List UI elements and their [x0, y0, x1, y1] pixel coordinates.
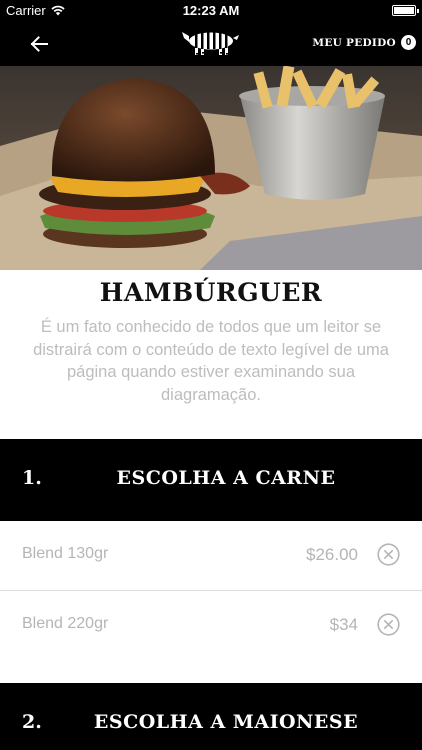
close-circle-icon[interactable] [377, 543, 400, 566]
option-row-blend-130[interactable]: Blend 130gr $26.00 [0, 521, 422, 591]
section-number: 1. [22, 467, 42, 489]
status-time: 12:23 AM [182, 3, 240, 18]
section-number: 2. [22, 711, 42, 733]
section-title: ESCOLHA A MAIONESE [93, 711, 359, 733]
zebra-logo [182, 32, 239, 55]
product-title: HAMBÚRGUER [99, 278, 323, 307]
option-row-blend-220[interactable]: Blend 220gr $34 [0, 591, 422, 661]
order-count-badge: 0 [401, 35, 416, 50]
section-title: ESCOLHA A CARNE [116, 467, 336, 489]
battery-icon [392, 5, 419, 16]
option-price: $34 [329, 615, 358, 634]
product-photo [0, 66, 422, 270]
nav-bar: MEU PEDIDO 0 [0, 22, 422, 66]
section-header-meat: 1. ESCOLHA A CARNE [0, 439, 422, 521]
status-bar: Carrier 12:23 AM [0, 0, 422, 22]
option-name: Blend 130gr [22, 545, 109, 562]
option-name: Blend 220gr [22, 615, 109, 632]
option-price: $26.00 [306, 545, 358, 564]
back-button[interactable] [24, 30, 54, 58]
my-order-label: MEU PEDIDO [312, 36, 396, 49]
close-circle-icon[interactable] [377, 613, 400, 636]
product-description: É um fato conhecido de todos que um leit… [33, 318, 389, 404]
section-header-mayo: 2. ESCOLHA A MAIONESE [0, 683, 422, 750]
my-order-button[interactable]: MEU PEDIDO 0 [312, 35, 416, 50]
arrow-left-icon [30, 36, 48, 52]
